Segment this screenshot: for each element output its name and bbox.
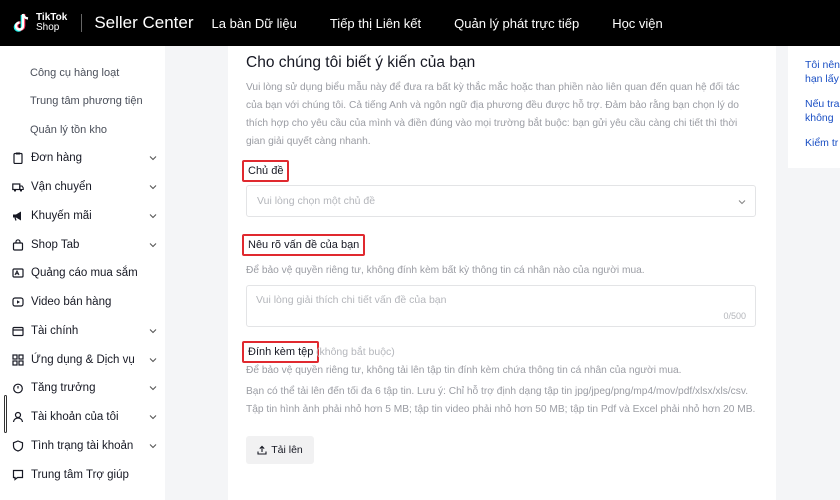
sidebar-item-my-account[interactable]: Tài khoản của tôi (12, 411, 157, 423)
sidebar-subitem-inventory[interactable]: Quản lý tồn kho (30, 124, 107, 136)
help-icon (12, 469, 24, 481)
sidebar-subitem-media-center[interactable]: Trung tâm phương tiện (30, 95, 143, 107)
issue-textarea-placeholder: Vui lòng giải thích chi tiết vấn đề của … (256, 294, 447, 306)
sidebar-item-account-health[interactable]: Tình trạng tài khoản (12, 440, 157, 452)
header-divider (81, 14, 83, 32)
tiktok-logo-icon (13, 13, 29, 32)
sidebar-item-help-center[interactable]: Trung tâm Trợ giúp (12, 469, 157, 481)
help-link-1[interactable]: Tôi nên (805, 58, 840, 72)
attach-optional-text: (không bắt buộc) (316, 346, 395, 358)
sidebar-item-finance[interactable]: Tài chính (12, 325, 157, 337)
sidebar-item-growth[interactable]: Tăng trưởng (12, 382, 157, 394)
wallet-icon (12, 326, 24, 337)
help-link-1-cont[interactable]: hạn lấy (805, 72, 839, 86)
sidebar-item-shopping-ads[interactable]: Quảng cáo mua sắm (12, 267, 157, 279)
help-link-2-cont[interactable]: không (805, 111, 834, 125)
sidebar-item-label: Tài chính (31, 325, 79, 337)
sidebar-item-shop-tab[interactable]: Shop Tab (12, 239, 157, 251)
chevron-down-icon (738, 200, 746, 205)
attach-label: Đính kèm tệp (242, 341, 320, 363)
chevron-down-icon (149, 185, 157, 190)
nav-item-live[interactable]: Quản lý phát trực tiếp (454, 16, 579, 31)
form-description: Vui lòng sử dụng biểu mẫu này để đưa ra … (246, 82, 740, 147)
feedback-form-card: Cho chúng tôi biết ý kiến của bạn Vui lò… (228, 46, 776, 500)
sidebar-item-label: Video bán hàng (31, 296, 112, 308)
sidebar-item-label: Trung tâm Trợ giúp (31, 469, 129, 481)
topic-select[interactable]: Vui lòng chọn một chủ đề (246, 185, 756, 217)
sidebar-item-label: Đơn hàng (31, 152, 83, 164)
topic-label: Chủ đề (242, 160, 290, 182)
nav-item-affiliate[interactable]: Tiếp thị Liên kết (330, 16, 421, 31)
attach-hint: Để bảo vệ quyền riêng tư, không tải lên … (246, 365, 682, 376)
truck-icon (12, 183, 24, 192)
nav-item-data-compass[interactable]: La bàn Dữ liệu (212, 16, 297, 31)
sidebar-item-label: Quảng cáo mua sắm (31, 267, 138, 279)
right-help-panel: Tôi nên hạn lấy Nếu tra không Kiểm tr (788, 46, 840, 168)
brand-title[interactable]: Seller Center (94, 13, 193, 33)
sidebar-item-shoppable-video[interactable]: Video bán hàng (12, 296, 157, 308)
sidebar-item-label: Vận chuyển (31, 181, 92, 193)
upload-button[interactable]: Tải lên (246, 436, 314, 464)
help-link-3[interactable]: Kiểm tr (805, 136, 838, 150)
sidebar-item-orders[interactable]: Đơn hàng (12, 152, 157, 164)
logo-text: TikTok Shop (36, 13, 67, 33)
ads-icon (12, 268, 24, 278)
chevron-down-icon (149, 358, 157, 363)
shop-bag-icon (12, 239, 24, 251)
user-icon (12, 411, 24, 423)
video-icon (12, 297, 24, 307)
form-title: Cho chúng tôi biết ý kiến của bạn (246, 54, 476, 71)
sidebar-item-shipping[interactable]: Vận chuyển (12, 181, 157, 193)
tiktok-shop-logo[interactable]: TikTok Shop (12, 0, 67, 46)
sidebar-scrollbar[interactable] (4, 395, 7, 433)
apps-icon (12, 354, 24, 366)
chevron-down-icon (149, 415, 157, 420)
logo-line-2: Shop (36, 22, 60, 33)
character-counter: 0/500 (723, 311, 746, 321)
chevron-down-icon (149, 156, 157, 161)
sidebar-item-label: Tình trạng tài khoản (31, 440, 134, 452)
upload-icon (257, 445, 267, 455)
growth-icon (13, 383, 23, 394)
chevron-down-icon (149, 329, 157, 334)
clipboard-icon (13, 152, 23, 164)
issue-hint: Để bảo vệ quyền riêng tư, không đính kèm… (246, 265, 645, 276)
sidebar-item-label: Khuyến mãi (31, 210, 92, 222)
sidebar-item-apps-services[interactable]: Ứng dụng & Dịch vụ (12, 354, 157, 366)
top-header: TikTok Shop Seller Center La bàn Dữ liệu… (0, 0, 840, 46)
sidebar-subitem-bulk-tools[interactable]: Công cụ hàng loạt (30, 67, 119, 79)
chevron-down-icon (149, 243, 157, 248)
sidebar-item-label: Tài khoản của tôi (31, 411, 119, 423)
help-link-2[interactable]: Nếu tra (805, 97, 839, 111)
megaphone-icon (13, 211, 21, 221)
topic-select-placeholder: Vui lòng chọn một chủ đề (257, 195, 376, 207)
chevron-down-icon (149, 444, 157, 449)
issue-textarea[interactable]: Vui lòng giải thích chi tiết vấn đề của … (246, 285, 756, 327)
sidebar-item-label: Ứng dụng & Dịch vụ (31, 354, 135, 366)
attach-note: Bạn có thể tải lên đến tối đa 6 tập tin.… (246, 386, 756, 415)
issue-label: Nêu rõ vấn đề của bạn (242, 234, 366, 256)
shield-icon (12, 440, 24, 452)
chevron-down-icon (149, 214, 157, 219)
sidebar-item-promotions[interactable]: Khuyến mãi (12, 210, 157, 222)
nav-item-academy[interactable]: Học viện (612, 16, 663, 31)
chevron-down-icon (149, 386, 157, 391)
sidebar-item-label: Shop Tab (31, 239, 80, 251)
sidebar: Công cụ hàng loạt Trung tâm phương tiện … (0, 46, 165, 500)
top-nav: La bàn Dữ liệu Tiếp thị Liên kết Quản lý… (212, 16, 696, 31)
upload-button-label: Tải lên (271, 444, 303, 456)
sidebar-item-label: Tăng trưởng (31, 382, 96, 394)
